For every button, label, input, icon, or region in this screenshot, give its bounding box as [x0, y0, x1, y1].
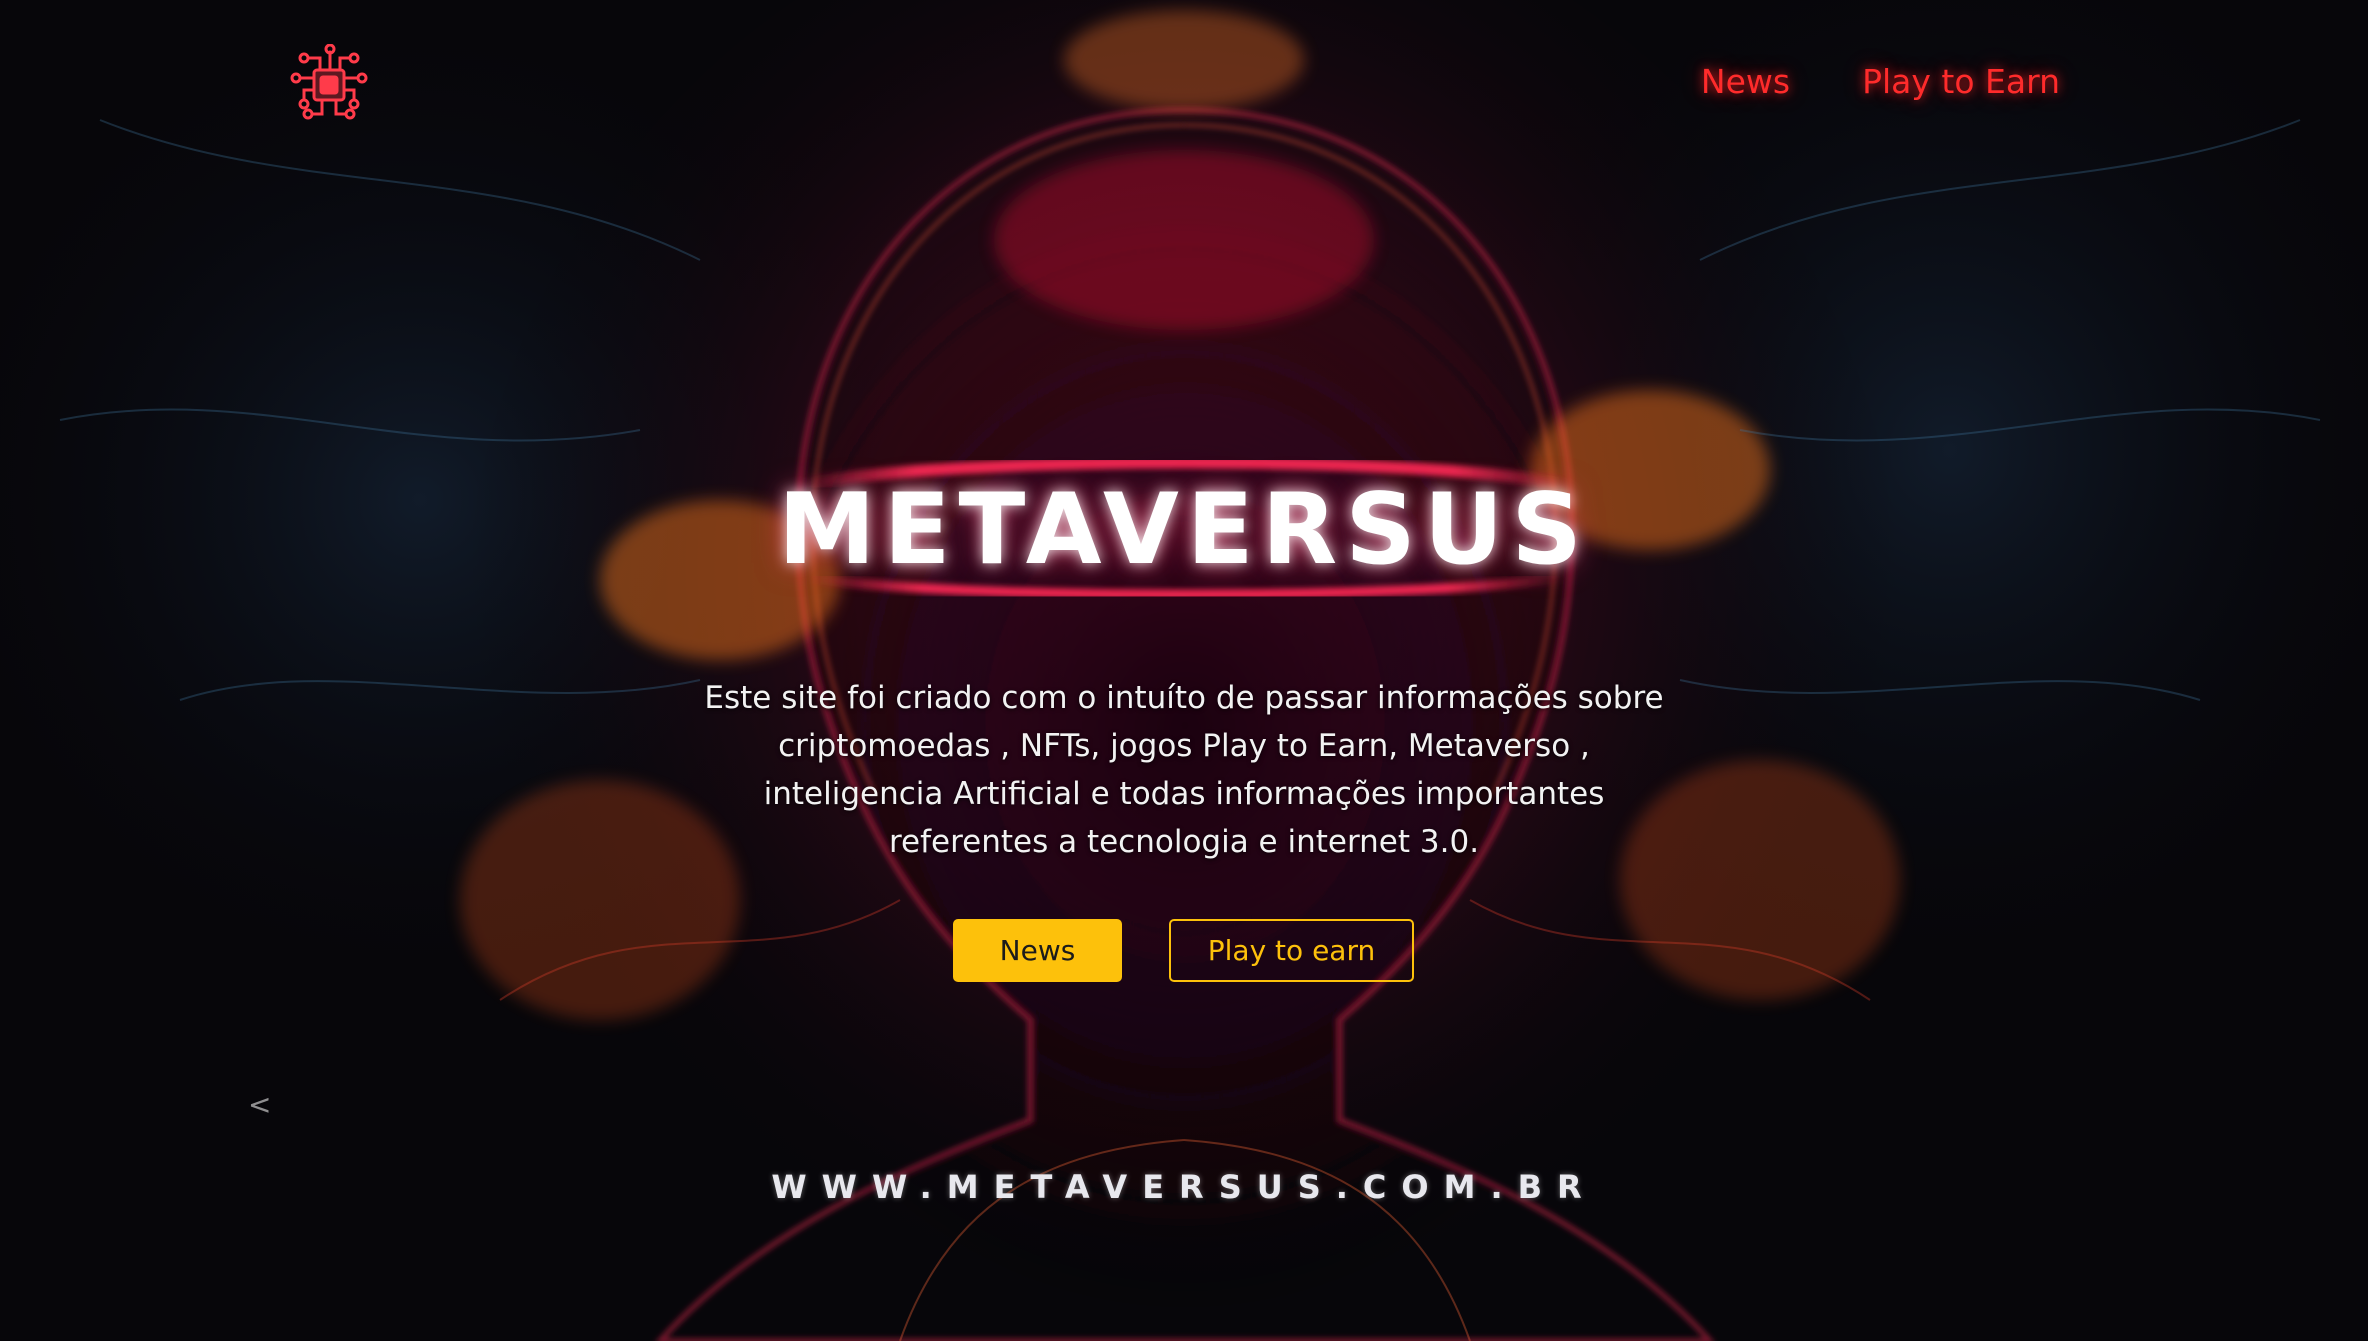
circuit-chip-icon [290, 43, 368, 120]
landing-page: News Play to Earn METAVERSUS Este site f… [0, 0, 2368, 1341]
nav-play-to-earn-link[interactable]: Play to Earn [1862, 62, 2060, 101]
logo[interactable] [290, 43, 370, 126]
news-button[interactable]: News [953, 919, 1122, 982]
background-artwork [0, 0, 2368, 1341]
hero-title-block: METAVERSUS [0, 455, 2368, 605]
hero-description: Este site foi criado com o intuíto de pa… [704, 680, 1664, 860]
play-to-earn-button[interactable]: Play to earn [1169, 919, 1414, 982]
carousel-prev-arrow[interactable]: < [248, 1088, 271, 1121]
nav-news-link[interactable]: News [1701, 62, 1790, 101]
top-nav: News Play to Earn [1701, 62, 2060, 101]
page-title: METAVERSUS [778, 473, 1590, 587]
site-url-text: WWW.METAVERSUS.COM.BR [771, 1168, 1597, 1206]
